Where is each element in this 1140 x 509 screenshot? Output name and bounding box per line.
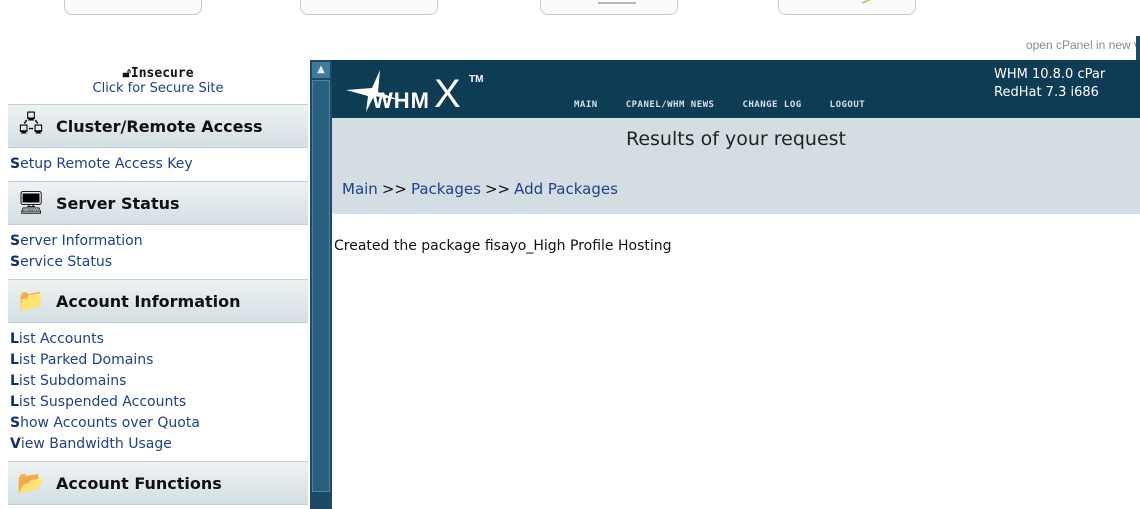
breadcrumb-separator: >>: [381, 180, 407, 198]
nav-cpanel-whm-news[interactable]: CPANEL/WHM NEWS: [626, 100, 715, 110]
result-message: Created the package fisayo_High Profile …: [334, 238, 672, 254]
account-info-icon: 📁: [17, 288, 45, 314]
account-functions-icon: 📂: [17, 470, 45, 496]
open-cpanel-link[interactable]: open cPanel in new v: [980, 38, 1140, 52]
link-list-parked-domains[interactable]: List Parked Domains: [10, 350, 306, 371]
section-server-status[interactable]: 🖥 Server Status: [8, 181, 308, 225]
section-title: Cluster/Remote Access: [56, 116, 263, 136]
tab-icon-fragment: [598, 2, 637, 4]
top-tab-2[interactable]: [300, 0, 438, 15]
link-list-subdomains[interactable]: List Subdomains: [10, 371, 306, 392]
section-account-functions[interactable]: 📂 Account Functions: [8, 461, 308, 505]
version-line-1: WHM 10.8.0 cPar: [994, 67, 1106, 82]
sidebar: 🔓︎Insecure Click for Secure Site 🖧 Clust…: [8, 60, 308, 509]
section-title: Account Information: [56, 291, 241, 311]
section-links: List Accounts List Parked Domains List S…: [8, 323, 308, 461]
top-tab-4[interactable]: [778, 0, 916, 15]
section-account-information[interactable]: 📁 Account Information: [8, 279, 308, 323]
link-server-information[interactable]: Server Information: [10, 231, 306, 252]
breadcrumb-main[interactable]: Main: [342, 180, 378, 198]
window-edge: [1136, 36, 1140, 60]
top-tab-3[interactable]: [540, 0, 678, 15]
header-nav: MAIN CPANEL/WHM NEWS CHANGE LOG LOGOUT: [574, 100, 865, 110]
main-content: Results of your request Main >> Packages >>…: [332, 118, 1140, 509]
breadcrumb-packages[interactable]: Packages: [411, 180, 481, 198]
link-view-bandwidth-usage[interactable]: View Bandwidth Usage: [10, 434, 306, 455]
secure-status: 🔓︎Insecure: [122, 66, 194, 81]
scrollbar-thumb[interactable]: [312, 80, 330, 492]
section-title: Server Status: [56, 193, 180, 213]
unlock-icon: 🔓︎: [122, 66, 131, 81]
link-service-status[interactable]: Service Status: [10, 252, 306, 273]
logo-tm-text: TM: [469, 74, 484, 85]
sidebar-scrollbar[interactable]: ▲: [310, 60, 332, 509]
version-line-2: RedHat 7.3 i686: [994, 85, 1099, 100]
breadcrumb: Main >> Packages >> Add Packages: [342, 180, 618, 198]
scroll-up-arrow-icon[interactable]: ▲: [312, 62, 330, 78]
link-setup-remote-access-key[interactable]: Setup Remote Access Key: [10, 154, 306, 175]
nav-logout[interactable]: LOGOUT: [830, 100, 866, 110]
link-list-accounts[interactable]: List Accounts: [10, 329, 306, 350]
top-tab-1[interactable]: [64, 0, 202, 15]
tab-icon-fragment: [861, 0, 881, 5]
whm-logo[interactable]: WHM X TM: [344, 64, 514, 116]
logo-x-text: X: [434, 72, 461, 116]
breadcrumb-add-packages[interactable]: Add Packages: [514, 180, 618, 198]
result-bar: Results of your request Main >> Packages >>…: [332, 118, 1140, 214]
section-links: Server Information Service Status: [8, 225, 308, 279]
nav-main[interactable]: MAIN: [574, 100, 598, 110]
link-list-suspended-accounts[interactable]: List Suspended Accounts: [10, 392, 306, 413]
server-icon: 🖥: [17, 190, 45, 216]
network-icon: 🖧: [18, 112, 44, 137]
nav-change-log[interactable]: CHANGE LOG: [742, 100, 801, 110]
secure-site-link[interactable]: Click for Secure Site: [8, 81, 308, 97]
secure-toggle[interactable]: 🔓︎Insecure Click for Secure Site: [8, 60, 308, 104]
section-links: Setup Remote Access Key: [8, 148, 308, 181]
version-info: WHM 10.8.0 cPar RedHat 7.3 i686: [994, 66, 1140, 102]
logo-whm-text: WHM: [372, 88, 430, 113]
section-cluster-remote-access[interactable]: 🖧 Cluster/Remote Access: [8, 104, 308, 148]
link-show-accounts-over-quota[interactable]: Show Accounts over Quota: [10, 413, 306, 434]
section-title: Account Functions: [56, 473, 222, 493]
whm-header: WHM X TM MAIN CPANEL/WHM NEWS CHANGE LOG…: [332, 60, 1140, 118]
breadcrumb-separator: >>: [484, 180, 511, 198]
page-title: Results of your request: [626, 128, 846, 150]
